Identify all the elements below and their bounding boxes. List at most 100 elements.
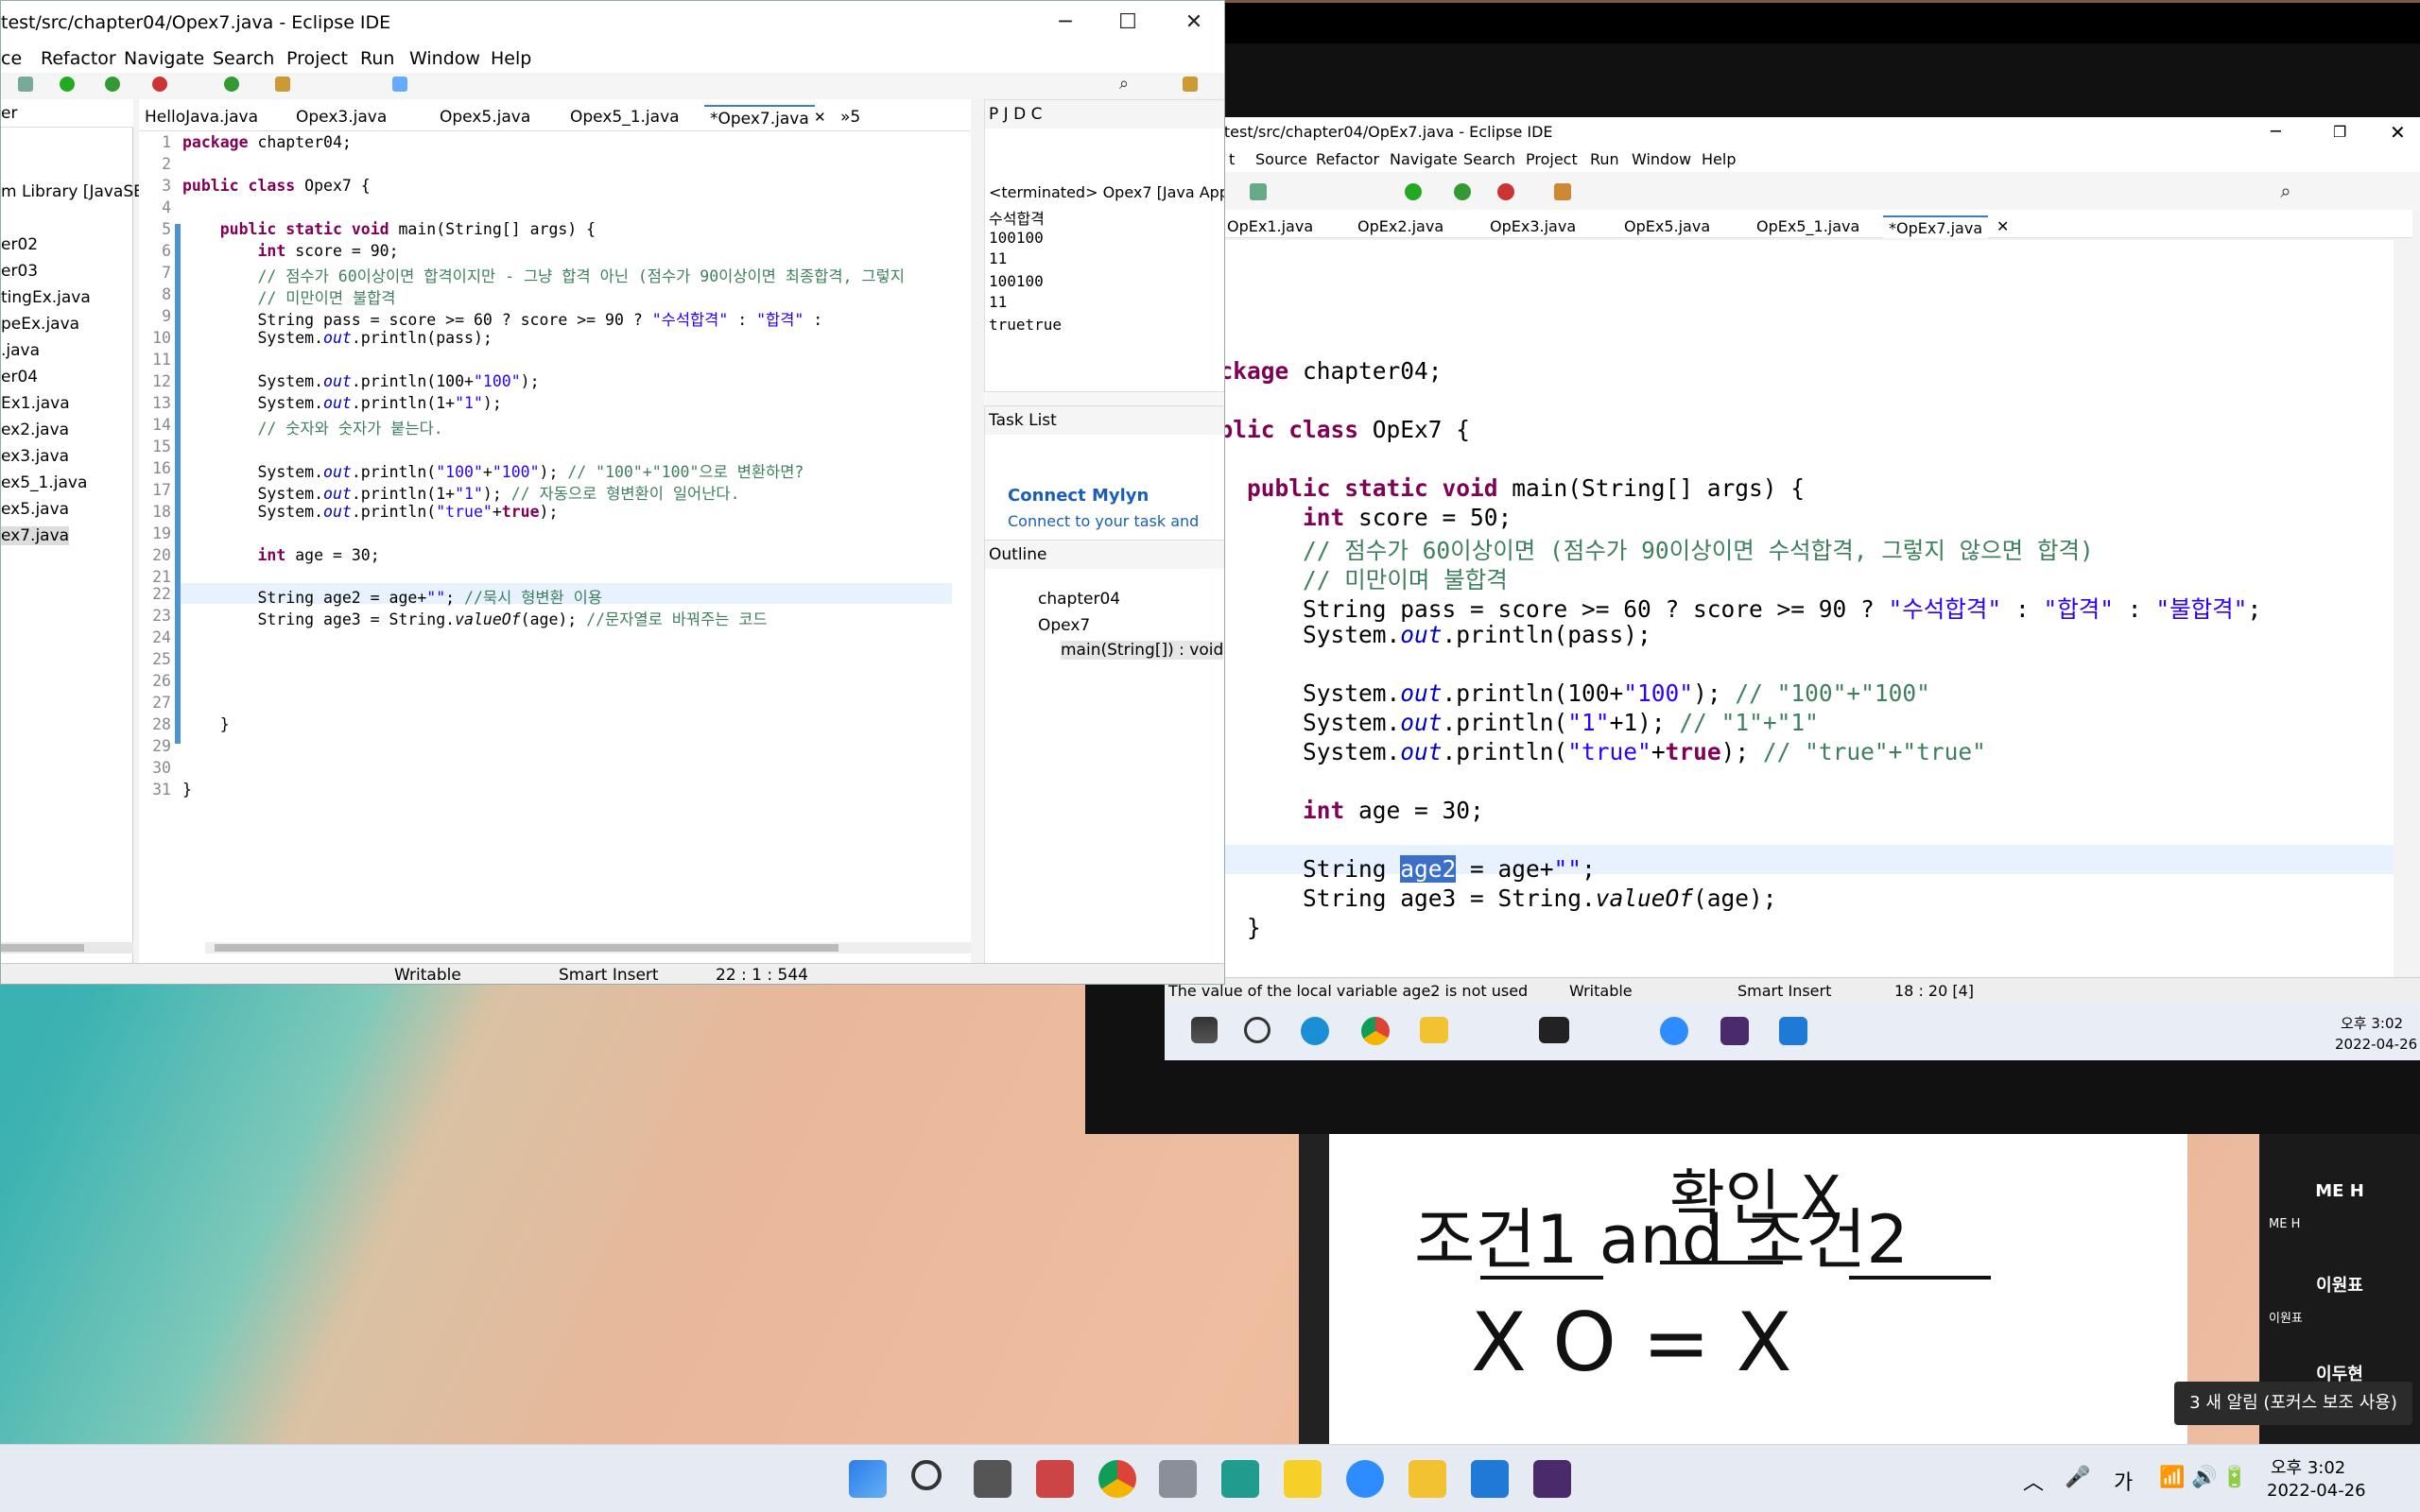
close-icon[interactable]: ✕ (1175, 7, 1213, 39)
task-view-icon[interactable] (974, 1460, 1011, 1498)
debug-icon[interactable] (105, 77, 120, 92)
close-tab-icon[interactable]: ✕ (1996, 217, 2009, 235)
microphone-icon[interactable]: 🎤 (2065, 1466, 2090, 1489)
coverage-icon[interactable] (152, 77, 167, 92)
new-icon[interactable] (1554, 183, 1571, 200)
open-icon[interactable] (275, 77, 290, 92)
menu-item[interactable]: t (1229, 147, 1235, 172)
remote-code-editor[interactable]: 1 3 5 6 7 8 9 1 2 3 5 6 8 9 0 1 2 packag… (1165, 240, 2394, 1060)
menu-item[interactable]: ce (1, 44, 22, 73)
mylyn-sub[interactable]: Connect to your task and (1008, 512, 1199, 530)
whiteboard[interactable]: 확인 X 조건1 and 조건2 X O = X (1329, 1134, 2187, 1444)
app-icon[interactable] (1221, 1460, 1259, 1498)
tab-opex3[interactable]: OpEx3.java (1484, 215, 1582, 238)
tab-opex2[interactable]: OpEx2.java (1352, 215, 1449, 238)
search-icon[interactable] (911, 1460, 942, 1490)
tab-overflow[interactable]: »5 (835, 105, 866, 129)
run-icon[interactable] (60, 77, 75, 92)
volume-icon[interactable]: 🔊 (2191, 1466, 2217, 1489)
horizontal-scrollbar[interactable] (1, 942, 133, 954)
zoom-icon[interactable] (1660, 1017, 1688, 1045)
tab-hellojava[interactable]: HelloJava.java (139, 105, 264, 129)
menu-item-refactor[interactable]: Refactor (41, 44, 116, 73)
terminal-icon[interactable] (1539, 1017, 1569, 1043)
outline-class[interactable]: Opex7 (1038, 616, 1090, 635)
snipping-icon[interactable] (1036, 1460, 1074, 1498)
mark-icon[interactable] (392, 77, 407, 92)
chevron-up-icon[interactable]: ︿ (2023, 1466, 2044, 1496)
pkg-item[interactable]: er03 (1, 262, 38, 281)
zoom-icon[interactable] (1346, 1460, 1384, 1498)
tab-opex1[interactable]: OpEx1.java (1221, 215, 1319, 238)
tab-opex5[interactable]: OpEx5.java (1618, 215, 1716, 238)
run-icon[interactable] (1405, 183, 1422, 200)
menu-item-window[interactable]: Window (409, 44, 480, 73)
pkg-item[interactable]: ex3.java (1, 447, 69, 466)
calculator-icon[interactable] (1159, 1460, 1197, 1498)
minimize-icon[interactable]: ─ (2271, 117, 2281, 147)
tab-opex5-1[interactable]: OpEx5_1.java (1751, 215, 1865, 238)
menu-item-refactor[interactable]: Refactor (1316, 147, 1379, 172)
pkg-item[interactable]: Ex1.java (1, 394, 70, 413)
clock-date[interactable]: 2022-04-26 (2267, 1481, 2366, 1501)
tab-opex5[interactable]: Opex5.java (434, 105, 536, 129)
menu-item-run[interactable]: Run (1590, 147, 1619, 172)
outline-package[interactable]: chapter04 (1038, 590, 1120, 609)
menu-item-run[interactable]: Run (360, 44, 394, 73)
minimize-icon[interactable]: ─ (1046, 7, 1084, 39)
mylyn-link[interactable]: Connect Mylyn (1008, 486, 1149, 506)
menu-item-project[interactable]: Project (1526, 147, 1578, 172)
clock-time[interactable]: 오후 3:02 (2271, 1454, 2345, 1479)
tab-opex3[interactable]: Opex3.java (290, 105, 392, 129)
console-tabs[interactable]: P J D C (985, 100, 1224, 129)
perspective-icon[interactable] (1183, 77, 1198, 92)
ime-indicator[interactable]: 가 (2114, 1466, 2133, 1496)
task-list-title[interactable]: Task List (985, 406, 1224, 435)
restore-icon[interactable]: ❐ (2333, 117, 2346, 147)
debug-icon[interactable] (1454, 183, 1471, 200)
menu-item-window[interactable]: Window (1632, 147, 1691, 172)
outline-method[interactable]: main(String[]) : void (1061, 641, 1224, 660)
edge-icon[interactable] (1301, 1017, 1329, 1045)
pkg-item[interactable]: .java (1, 341, 40, 360)
pkg-item[interactable]: er04 (1, 368, 38, 387)
folder-icon[interactable] (1420, 1017, 1448, 1043)
pkg-item[interactable]: tingEx.java (1, 288, 91, 307)
menu-item-source[interactable]: Source (1255, 147, 1307, 172)
horizontal-scrollbar[interactable] (205, 942, 971, 954)
start-icon[interactable] (1191, 1017, 1218, 1043)
maximize-icon[interactable]: ☐ (1109, 7, 1147, 39)
close-icon[interactable]: ✕ (2390, 117, 2406, 147)
pkg-item[interactable]: m Library [JavaSE (1, 182, 144, 201)
pkg-item[interactable]: er02 (1, 235, 38, 254)
menu-item-search[interactable]: Search (213, 44, 274, 73)
start-icon[interactable] (849, 1460, 887, 1498)
folder-icon[interactable] (1409, 1460, 1446, 1498)
wifi-icon[interactable]: 📶 (2159, 1466, 2185, 1489)
menu-item-navigate[interactable]: Navigate (124, 44, 204, 73)
toolbar-icon[interactable] (18, 77, 33, 92)
notification-toast[interactable]: 3 새 알림 (포커스 보조 사용) (2174, 1382, 2412, 1425)
whiteboard-icon[interactable] (1471, 1460, 1509, 1498)
pkg-item[interactable]: ex2.java (1, 421, 69, 439)
search-icon[interactable] (1244, 1017, 1270, 1043)
tab-opex7-active[interactable]: *OpEx7.java (1883, 215, 1989, 238)
menu-item-project[interactable]: Project (286, 44, 348, 73)
chrome-icon[interactable] (1361, 1017, 1390, 1045)
eclipse-icon[interactable] (1533, 1460, 1571, 1498)
menu-item-help[interactable]: Help (491, 44, 531, 73)
vertical-scrollbar[interactable] (952, 131, 969, 935)
toolbar-icon[interactable] (1250, 183, 1267, 200)
battery-icon[interactable]: 🔋 (2221, 1466, 2247, 1489)
code-editor[interactable]: 1 2 3 4 5 6 7 8 9 10 11 12 13 14 15 16 1… (139, 131, 971, 935)
menu-item-help[interactable]: Help (1702, 147, 1736, 172)
pkg-item[interactable]: ex5.java (1, 500, 69, 519)
search-icon[interactable]: ⌕ (1116, 76, 1132, 93)
new-class-icon[interactable] (224, 77, 239, 92)
pkg-item-selected[interactable]: ex7.java (1, 526, 70, 545)
coverage-icon[interactable] (1497, 183, 1514, 200)
outline-title[interactable]: Outline (985, 541, 1224, 569)
menu-item-search[interactable]: Search (1463, 147, 1515, 172)
menu-item-navigate[interactable]: Navigate (1390, 147, 1458, 172)
pkg-item[interactable]: peEx.java (1, 315, 79, 334)
